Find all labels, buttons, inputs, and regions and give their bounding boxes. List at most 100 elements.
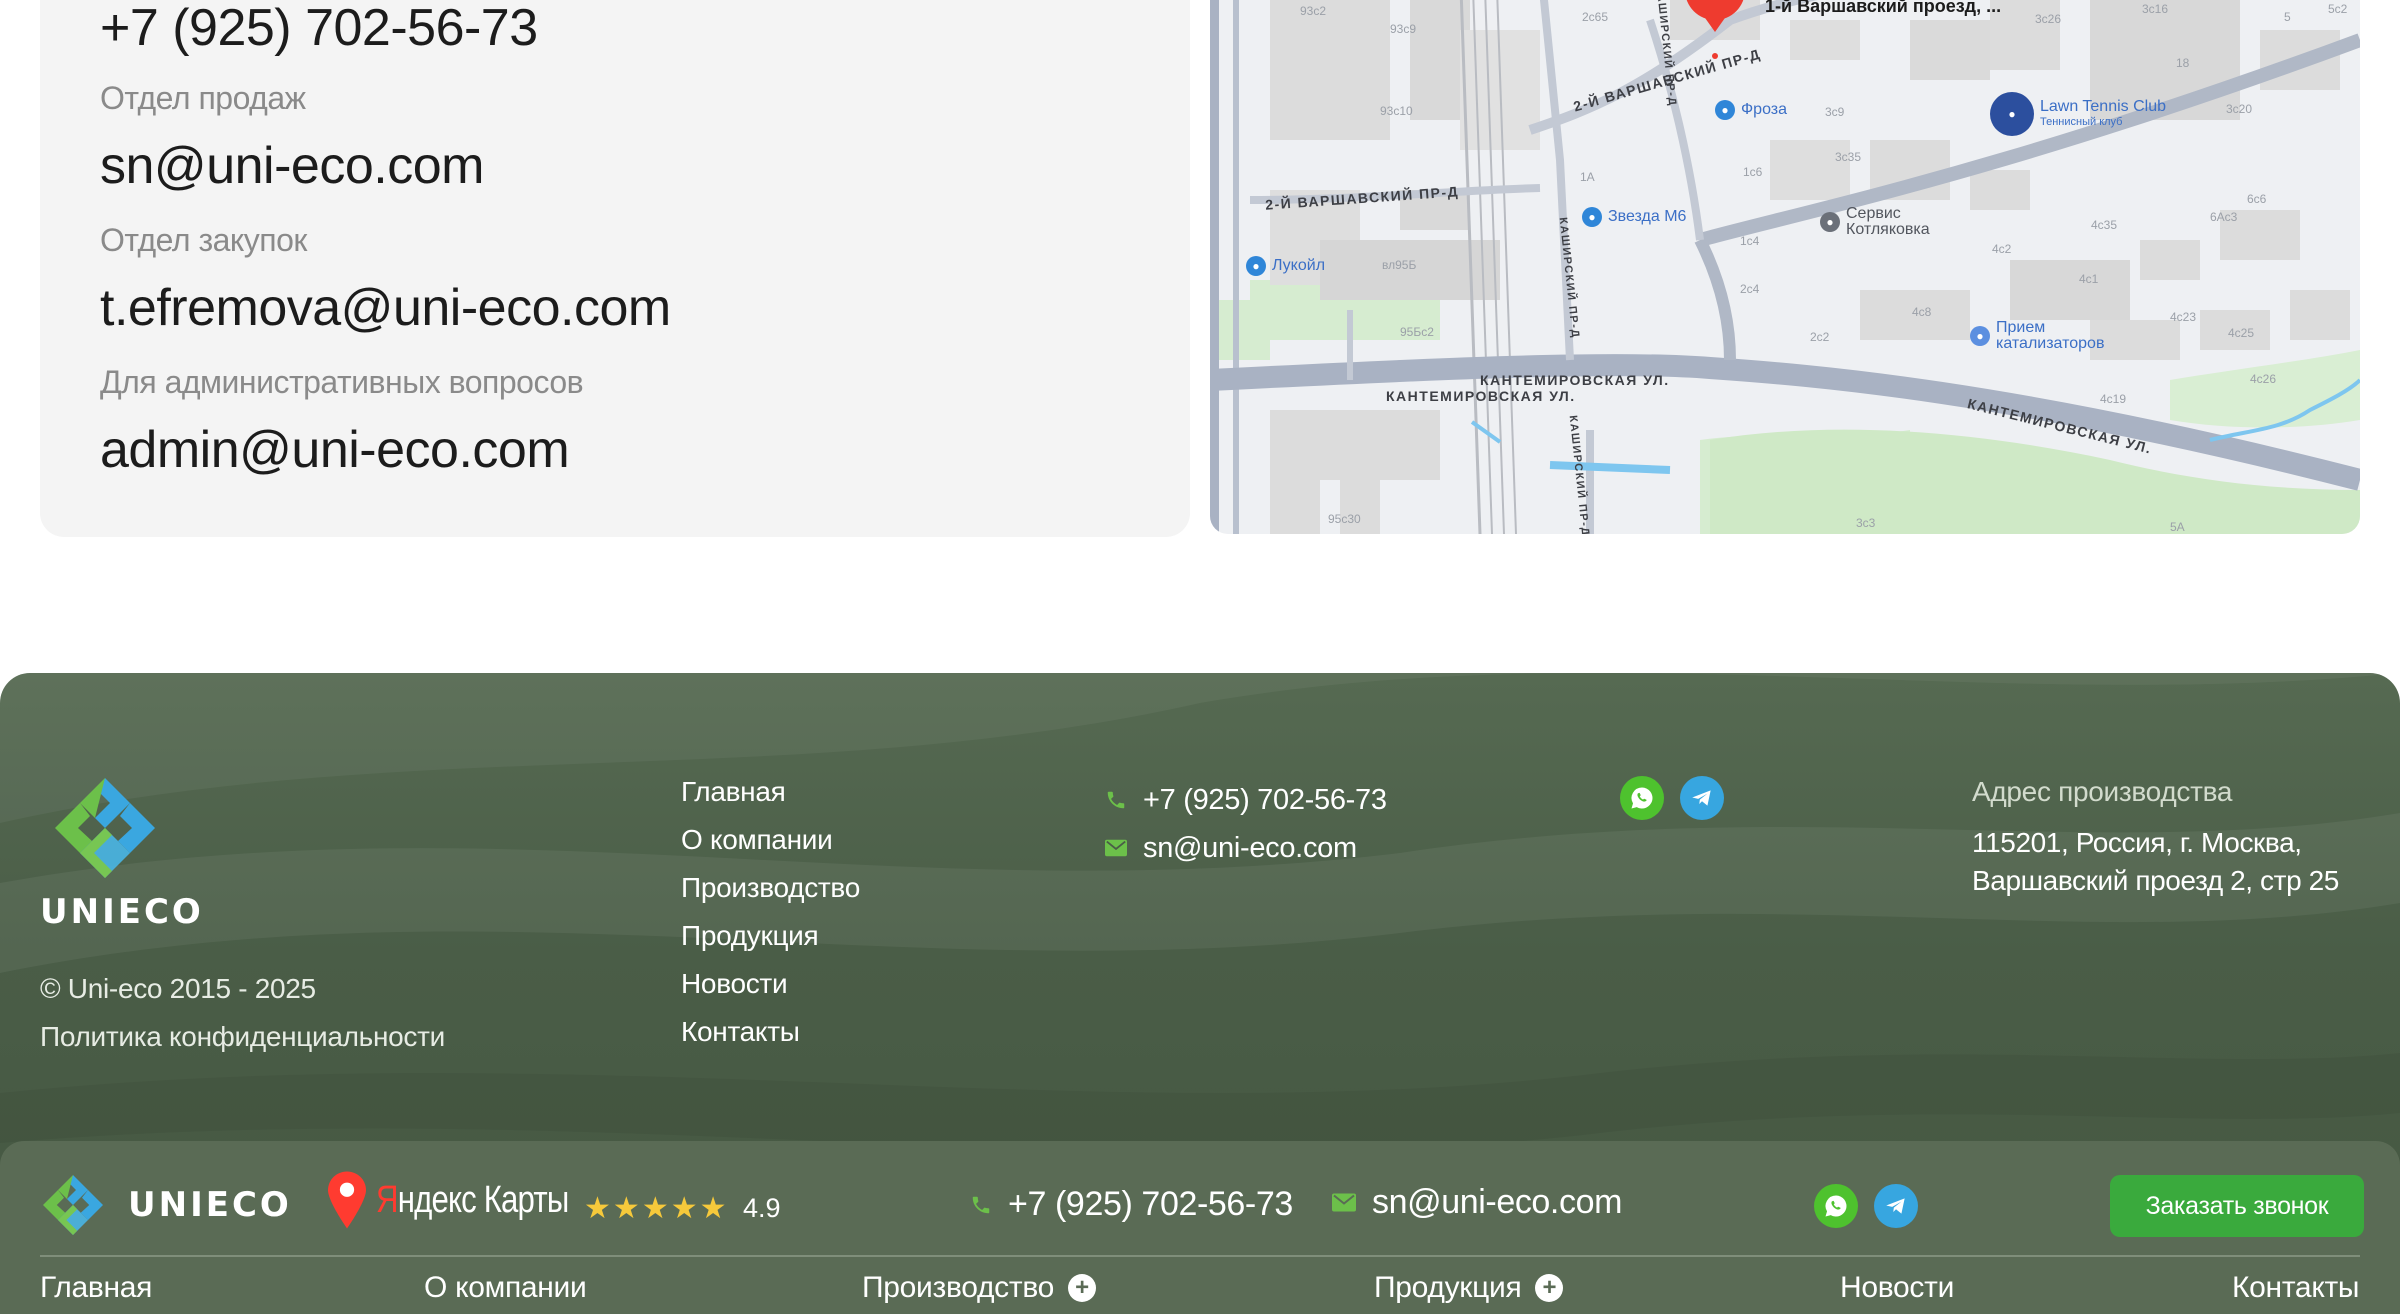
logo-text: UNIECO: [128, 1185, 292, 1225]
bar-nav-products[interactable]: Продукция +: [1374, 1271, 1564, 1305]
house-number: 18: [2176, 56, 2190, 70]
footer-logo[interactable]: UNIECO: [40, 773, 204, 932]
house-number: 93c10: [1380, 104, 1413, 118]
footer-nav-production[interactable]: Производство: [681, 872, 860, 920]
telegram-icon[interactable]: [1874, 1184, 1918, 1228]
house-number: 1c4: [1740, 234, 1760, 248]
rating-value: 4.9: [743, 1193, 781, 1223]
footer-contacts: +7 (925) 702-56-73 sn@uni-eco.com: [1105, 776, 1387, 872]
footer-email[interactable]: sn@uni-eco.com: [1143, 832, 1357, 865]
star-icon: ★: [612, 1192, 640, 1225]
logo-text: UNIECO: [40, 892, 204, 932]
purchase-label: Отдел закупок: [100, 222, 307, 258]
footer-social: [1620, 776, 1724, 820]
bar-email-text[interactable]: sn@uni-eco.com: [1372, 1183, 1622, 1222]
bar-phone-text[interactable]: +7 (925) 702-56-73: [1008, 1185, 1293, 1224]
footer-nav: Главная О компании Производство Продукци…: [681, 776, 860, 1064]
house-number: 3c35: [1835, 150, 1862, 164]
yandex-maps-logo: Яндекс Карты: [376, 1178, 569, 1221]
poi-froza[interactable]: ● Фроза: [1715, 100, 1787, 120]
yandex-maps-badge[interactable]: Яндекс Карты: [328, 1171, 611, 1229]
logo-icon: [43, 1175, 103, 1235]
house-number: 4c2: [1992, 242, 2012, 256]
contact-card: +7 (925) 702-56-73 Отдел продаж sn@uni-e…: [40, 0, 1190, 537]
footer-nav-contacts[interactable]: Контакты: [681, 1016, 860, 1064]
bar-email[interactable]: sn@uni-eco.com: [1332, 1183, 1622, 1222]
street-label: КАНТЕМИРОВСКАЯ УЛ.: [1386, 388, 1576, 404]
whatsapp-icon[interactable]: [1620, 776, 1664, 820]
admin-label: Для административных вопросов: [100, 364, 584, 400]
star-icon: ★: [670, 1192, 698, 1225]
house-number: 4c1: [2079, 272, 2099, 286]
house-number: 3c9: [1825, 105, 1845, 119]
house-number: 4c25: [2228, 326, 2255, 340]
house-number: 1c6: [1743, 165, 1763, 179]
house-number: 2c2: [1810, 330, 1830, 344]
house-number: 4c26: [2250, 372, 2277, 386]
house-number: 5: [2284, 10, 2291, 24]
poi-lukoil[interactable]: ● Лукойл: [1246, 256, 1325, 276]
address-label: Адрес производства: [1972, 776, 2233, 807]
bar-nav-production[interactable]: Производство +: [862, 1271, 1097, 1305]
purchase-email[interactable]: t.efremova@uni-eco.com: [100, 278, 671, 338]
request-callback-button[interactable]: Заказать звонок: [2110, 1175, 2364, 1237]
poi-icon: ●: [1582, 207, 1602, 227]
bar-nav-about[interactable]: О компании: [424, 1271, 587, 1305]
sales-email[interactable]: sn@uni-eco.com: [100, 136, 484, 196]
map-pin-label[interactable]: 1-й Варшавский проезд, ...: [1765, 0, 2001, 17]
poi-priem[interactable]: ● Прием катализаторов: [1970, 320, 2104, 352]
bar-nav: Главная О компании Производство + Продукц…: [0, 1271, 2400, 1314]
house-number: 6c6: [2247, 192, 2267, 206]
mail-icon: [1105, 839, 1127, 857]
whatsapp-icon[interactable]: [1814, 1184, 1858, 1228]
house-number: 3c3: [1856, 516, 1876, 530]
house-number: 4c19: [2100, 392, 2127, 406]
poi-icon: ●: [1990, 92, 2034, 136]
house-number: 3c20: [2226, 102, 2253, 116]
phone-icon: [972, 1196, 990, 1213]
house-number: 95Бс2: [1400, 325, 1434, 339]
footer-email-row[interactable]: sn@uni-eco.com: [1105, 824, 1387, 872]
house-number: 6Ac3: [2210, 210, 2238, 224]
address-line-2: Варшавский проезд 2, стр 25: [1972, 865, 2339, 896]
privacy-policy-link[interactable]: Политика конфиденциальности: [40, 1021, 445, 1053]
yandex-map[interactable]: 1-й Варшавский проезд, ... 2-Й ВАРШАВСКИ…: [1210, 0, 2360, 534]
house-number: 4c23: [2170, 310, 2197, 324]
footer-nav-news[interactable]: Новости: [681, 968, 860, 1016]
poi-icon: ●: [1970, 326, 1990, 346]
map-pin-icon: [328, 1171, 366, 1229]
sales-label: Отдел продаж: [100, 80, 306, 116]
telegram-icon[interactable]: [1680, 776, 1724, 820]
plus-icon[interactable]: +: [1535, 1274, 1564, 1302]
house-number: 93c9: [1390, 22, 1417, 36]
house-number: 4c35: [2091, 218, 2118, 232]
address-line-1: 115201, Россия, г. Москва,: [1972, 827, 2302, 858]
rating-stars: ★ ★ ★ ★ ★: [584, 1191, 727, 1226]
footer-nav-products[interactable]: Продукция: [681, 920, 860, 968]
poi-tennis[interactable]: ● Lawn Tennis Club Теннисный клуб: [1990, 92, 2166, 136]
poi-icon: ●: [1715, 100, 1735, 120]
phone-icon: [1107, 791, 1125, 809]
footer-nav-about[interactable]: О компании: [681, 824, 860, 872]
sticky-bottom-bar: UNIECO Яндекс Карты ★ ★ ★ ★ ★ 4.9 +7 (92…: [0, 1141, 2400, 1314]
footer-phone-row[interactable]: +7 (925) 702-56-73: [1105, 776, 1387, 824]
bar-logo[interactable]: UNIECO: [40, 1167, 292, 1243]
poi-zvezda[interactable]: ● Звезда М6: [1582, 207, 1686, 227]
footer-phone[interactable]: +7 (925) 702-56-73: [1143, 784, 1387, 817]
contact-phone[interactable]: +7 (925) 702-56-73: [100, 0, 538, 58]
footer-address: Адрес производства 115201, Россия, г. Мо…: [1972, 776, 2372, 900]
bar-divider: [40, 1255, 2360, 1257]
bar-nav-home[interactable]: Главная: [40, 1271, 152, 1305]
bar-phone[interactable]: +7 (925) 702-56-73: [970, 1185, 1293, 1224]
house-number: 1A: [1580, 170, 1595, 184]
plus-icon[interactable]: +: [1068, 1274, 1097, 1302]
footer-nav-home[interactable]: Главная: [681, 776, 860, 824]
admin-email[interactable]: admin@uni-eco.com: [100, 420, 570, 480]
street-label: КАНТЕМИРОВСКАЯ УЛ.: [1480, 372, 1670, 388]
bar-nav-contacts[interactable]: Контакты: [2232, 1271, 2359, 1305]
star-icon: ★: [699, 1192, 727, 1225]
bar-social: [1814, 1184, 1918, 1228]
poi-servis[interactable]: ● Сервис Котляковка: [1820, 206, 1930, 238]
house-number: 2c4: [1740, 282, 1760, 296]
bar-nav-news[interactable]: Новости: [1840, 1271, 1954, 1305]
